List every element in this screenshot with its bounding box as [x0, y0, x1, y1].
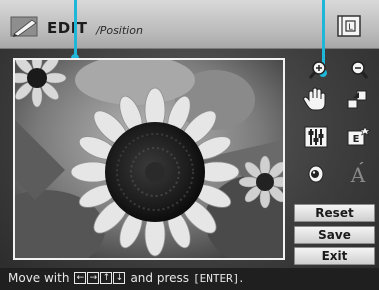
svg-text:L: L: [348, 23, 353, 32]
zoom-in-icon[interactable]: [303, 57, 333, 83]
exit-button[interactable]: Exit: [294, 247, 375, 265]
book-index-icon[interactable]: L: [336, 14, 362, 38]
page-subtitle: /Position: [96, 24, 143, 37]
page-title: EDIT: [47, 19, 88, 37]
hint-suffix: .: [239, 271, 244, 285]
effect-icon[interactable]: E: [343, 124, 373, 150]
sunflower-image: [15, 60, 283, 258]
footer-hint: Move with ← → ↑ ↓ and press [ENTER] .: [8, 271, 243, 285]
save-button[interactable]: Save: [294, 226, 375, 244]
hint-middle: and press: [130, 271, 190, 285]
pointer-line-photo: [74, 0, 77, 56]
enter-key-label: [ENTER]: [193, 271, 240, 285]
red-eye-icon[interactable]: [301, 161, 331, 187]
footer-hint-bar: Move with ← → ↑ ↓ and press [ENTER] .: [0, 268, 379, 290]
edit-position-screen: EDIT /Position L E A Reset Save Exit Mov…: [0, 0, 379, 290]
svg-text:A: A: [350, 163, 366, 186]
rotate-icon[interactable]: [342, 86, 372, 112]
down-arrow-key-icon: ↓: [113, 272, 126, 284]
hint-prefix: Move with: [8, 271, 70, 285]
right-arrow-key-icon: →: [87, 272, 100, 284]
up-arrow-key-icon: ↑: [100, 272, 113, 284]
move-hand-icon[interactable]: [300, 86, 330, 112]
svg-text:E: E: [353, 134, 360, 145]
photo-preview[interactable]: [13, 58, 285, 260]
arrow-keys-group: ← → ↑ ↓: [74, 272, 126, 284]
left-arrow-key-icon: ←: [74, 272, 87, 284]
zoom-out-icon[interactable]: [343, 57, 373, 83]
adjust-filter-icon[interactable]: [301, 124, 331, 150]
edit-pencil-icon: [10, 16, 38, 37]
text-icon: A: [343, 161, 373, 187]
reset-button[interactable]: Reset: [294, 204, 375, 222]
